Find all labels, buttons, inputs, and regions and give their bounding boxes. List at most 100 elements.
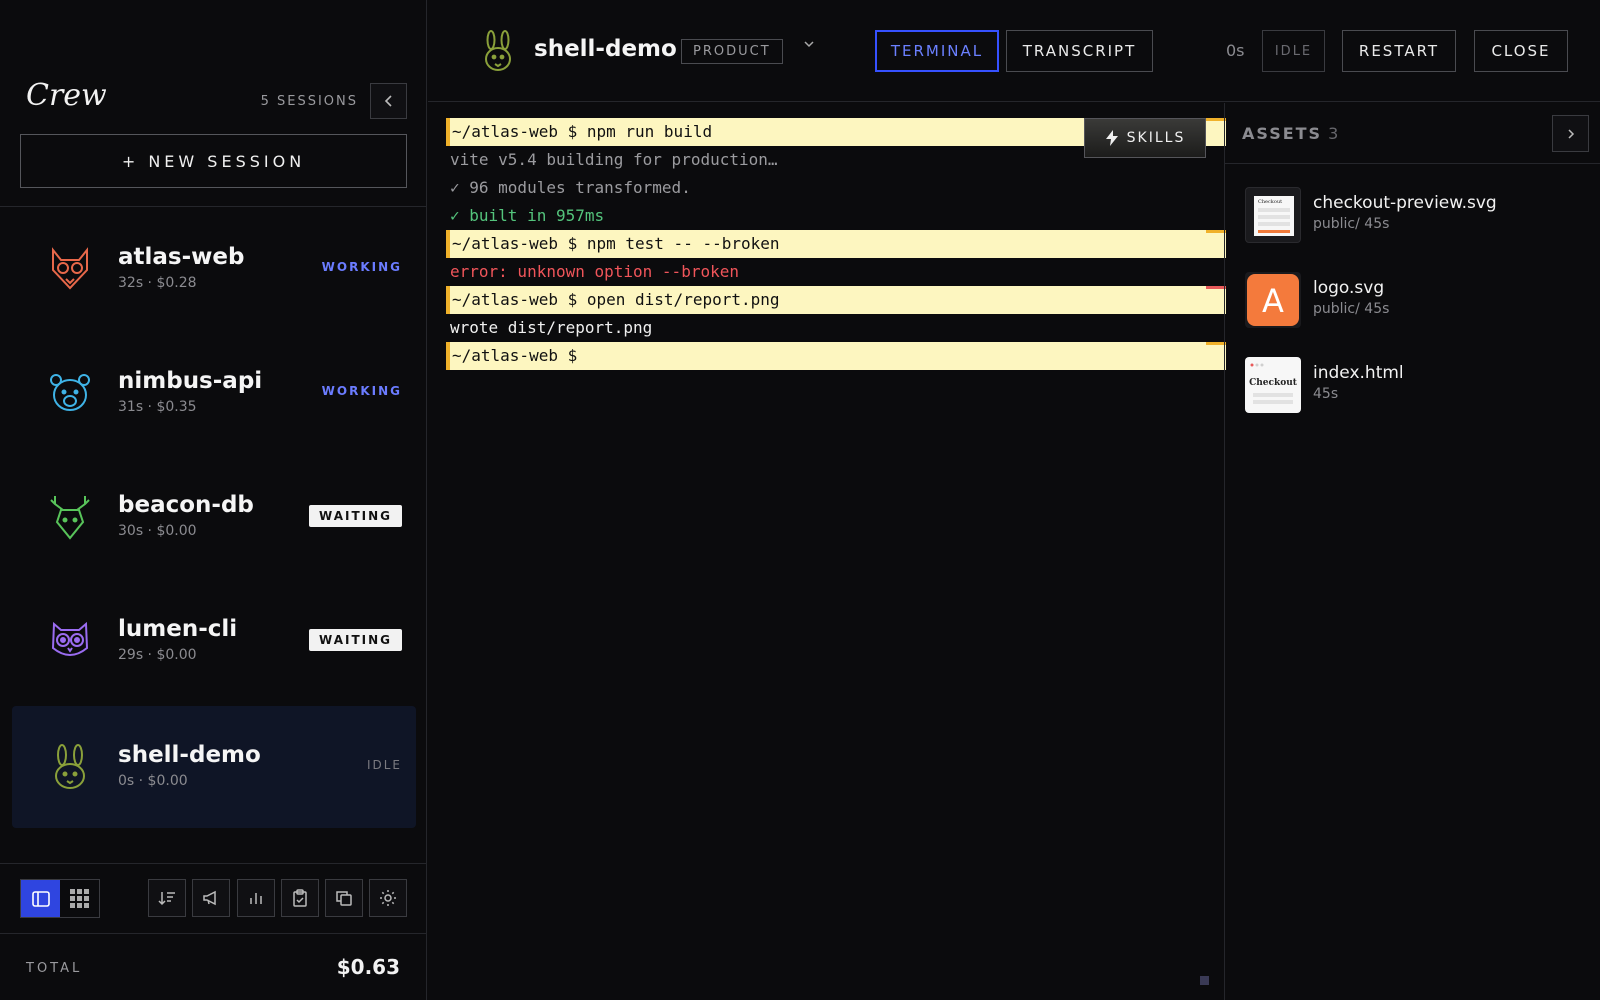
close-button[interactable]: CLOSE xyxy=(1474,30,1568,72)
rabbit-icon xyxy=(55,744,85,789)
session-name: atlas-web xyxy=(118,244,245,270)
lightning-icon xyxy=(1105,130,1118,146)
list-view-button[interactable] xyxy=(21,880,60,917)
status-badge: IDLE xyxy=(366,758,402,772)
bear-icon xyxy=(50,374,90,411)
copy-button[interactable] xyxy=(325,879,363,917)
asset-thumbnail: Checkout xyxy=(1245,357,1301,413)
bar-chart-icon xyxy=(250,893,262,904)
thumb-text: Checkout xyxy=(1258,199,1282,205)
terminal-command-line: ~/atlas-web $ open dist/report.png xyxy=(446,286,1226,314)
grid-icon xyxy=(69,888,89,908)
expand-assets-button[interactable] xyxy=(1552,115,1589,152)
tab-terminal[interactable]: TERMINAL xyxy=(875,30,999,72)
collapse-sidebar-button[interactable] xyxy=(370,83,407,119)
session-meta: 0s · $0.00 xyxy=(118,773,188,789)
announce-button[interactable] xyxy=(192,879,230,917)
line-marker xyxy=(1206,118,1226,121)
logo-thumbnail: A xyxy=(1247,274,1299,326)
status-badge: WAITING xyxy=(309,505,402,527)
rabbit-icon xyxy=(485,30,511,71)
divider xyxy=(0,933,427,934)
asset-thumbnail: Checkout xyxy=(1245,187,1301,243)
tab-transcript[interactable]: TRANSCRIPT xyxy=(1006,30,1153,72)
thumb-text: A xyxy=(1262,282,1284,320)
deer-icon xyxy=(50,496,90,540)
session-item-shell-demo[interactable]: shell-demo 0s · $0.00 IDLE xyxy=(12,706,416,828)
chevron-down-icon xyxy=(804,41,814,48)
chevron-left-icon xyxy=(384,95,392,107)
sidebar-layout-icon xyxy=(31,890,50,907)
line-text: ~/atlas-web $ open dist/report.png xyxy=(452,290,780,309)
grid-view-button[interactable] xyxy=(60,880,99,917)
tag-dropdown[interactable] xyxy=(803,38,815,54)
scroll-indicator[interactable] xyxy=(1200,976,1209,985)
session-name: lumen-cli xyxy=(118,616,238,642)
asset-name: checkout-preview.svg xyxy=(1313,193,1497,213)
new-session-button[interactable]: + NEW SESSION xyxy=(20,134,407,188)
settings-button[interactable] xyxy=(369,879,407,917)
terminal-command-line: ~/atlas-web $ npm test -- --broken xyxy=(446,230,1226,258)
status-badge: IDLE xyxy=(1262,30,1325,72)
divider xyxy=(1225,163,1600,164)
index-html-thumbnail: Checkout xyxy=(1249,363,1298,404)
asset-name: index.html xyxy=(1313,363,1404,383)
session-item-lumen-cli[interactable]: lumen-cli 29s · $0.00 WAITING xyxy=(12,580,416,702)
assets-count: 3 xyxy=(1328,124,1341,143)
session-count: 5 SESSIONS xyxy=(260,94,358,109)
asset-item[interactable]: Checkout checkout-preview.svg public/ 45… xyxy=(1245,187,1585,247)
assets-title: ASSETS xyxy=(1242,124,1323,143)
session-header: shell-demo PRODUCT TERMINAL TRANSCRIPT 0… xyxy=(428,0,1600,102)
session-item-atlas-web[interactable]: atlas-web 32s · $0.28 WORKING xyxy=(12,208,416,330)
divider xyxy=(0,206,427,207)
asset-item[interactable]: A logo.svg public/ 45s xyxy=(1245,272,1585,332)
view-toggle xyxy=(20,879,100,918)
chevron-right-icon xyxy=(1567,128,1574,139)
restart-button[interactable]: RESTART xyxy=(1342,30,1456,72)
gear-icon xyxy=(380,890,396,906)
asset-path: 45s xyxy=(1313,386,1339,402)
terminal-output-line: wrote dist/report.png xyxy=(450,318,653,337)
session-item-nimbus-api[interactable]: nimbus-api 31s · $0.35 WORKING xyxy=(12,332,416,454)
terminal-output-line: ✓ 96 modules transformed. xyxy=(450,178,691,197)
session-item-beacon-db[interactable]: beacon-db 30s · $0.00 WAITING xyxy=(12,456,416,578)
asset-item[interactable]: Checkout index.html 45s xyxy=(1245,357,1585,417)
session-meta: 32s · $0.28 xyxy=(118,275,197,291)
session-meta: 30s · $0.00 xyxy=(118,523,197,539)
copy-icon xyxy=(336,891,352,906)
terminal-error-line: error: unknown option --broken xyxy=(450,262,739,281)
clipboard-check-icon xyxy=(293,889,307,907)
terminal-output-line: ✓ built in 957ms xyxy=(450,206,605,225)
project-tag[interactable]: PRODUCT xyxy=(681,39,783,64)
sort-icon xyxy=(158,892,175,906)
status-badge: WORKING xyxy=(321,260,402,274)
session-timer: 0s xyxy=(1226,41,1245,60)
stats-button[interactable] xyxy=(237,879,275,917)
terminal-panel[interactable]: ~/atlas-web $ npm run build vite v5.4 bu… xyxy=(428,103,1226,1000)
assets-header: ASSETS 3 xyxy=(1242,124,1340,143)
checkout-preview-thumbnail: Checkout xyxy=(1254,196,1294,236)
line-marker xyxy=(1206,230,1226,233)
session-name: shell-demo xyxy=(118,742,261,768)
app-brand: Crew xyxy=(26,78,107,113)
sort-button[interactable] xyxy=(148,879,186,917)
line-text: ~/atlas-web $ npm run build xyxy=(452,122,713,141)
session-name: beacon-db xyxy=(118,492,254,518)
asset-name: logo.svg xyxy=(1313,278,1385,298)
line-text: ~/atlas-web $ xyxy=(452,346,587,365)
total-value: $0.63 xyxy=(336,955,400,979)
owl-icon xyxy=(51,621,89,656)
clipboard-button[interactable] xyxy=(281,879,319,917)
line-marker xyxy=(1206,342,1226,345)
sidebar: Crew 5 SESSIONS + NEW SESSION atlas-web … xyxy=(0,0,427,1000)
status-badge: WORKING xyxy=(321,384,402,398)
skills-button[interactable]: SKILLS xyxy=(1084,118,1206,158)
thumb-text: Checkout xyxy=(1249,378,1298,388)
megaphone-icon xyxy=(203,890,216,906)
asset-thumbnail: A xyxy=(1245,272,1301,328)
assets-panel: ASSETS 3 Checkout checkout-preview.svg pu… xyxy=(1224,103,1600,1000)
terminal-prompt-line[interactable]: ~/atlas-web $ xyxy=(446,342,1226,370)
total-label: TOTAL xyxy=(26,961,83,976)
fox-icon xyxy=(52,247,88,290)
status-badge: WAITING xyxy=(309,629,402,651)
